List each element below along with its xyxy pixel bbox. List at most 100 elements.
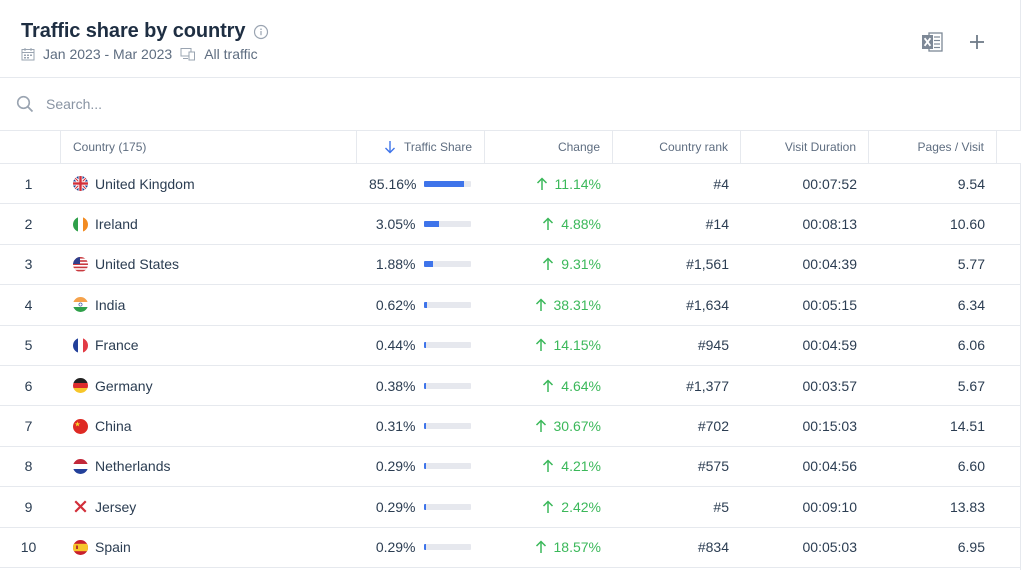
- info-icon[interactable]: [253, 24, 269, 40]
- country-rank-cell: #1,377: [613, 366, 741, 405]
- plus-icon[interactable]: [968, 33, 986, 51]
- country-name-link[interactable]: Ireland: [95, 216, 138, 232]
- arrow-up-icon: [536, 177, 547, 190]
- traffic-share-value: 3.05%: [375, 216, 416, 233]
- arrow-up-icon: [543, 217, 554, 231]
- traffic-share-cell: 0.38%: [357, 366, 485, 405]
- table-row: 6 Germany 0.38% 4.64% #1,377 00:03:57 5.…: [0, 366, 1021, 407]
- traffic-share-cell: 85.16%: [357, 164, 485, 203]
- table-row: 5 France 0.44% 14.15% #945 00:04:59 6.06: [0, 326, 1021, 366]
- pages-visit-cell: 9.54: [869, 164, 997, 203]
- table-row: 10 Spain 0.29% 18.57% #834 00:05:03 6.95: [0, 528, 1021, 568]
- header-visit-duration-label: Visit Duration: [784, 140, 856, 154]
- search-input[interactable]: [46, 92, 446, 116]
- header-country-rank[interactable]: Country rank: [613, 131, 741, 163]
- calendar-icon: [21, 48, 35, 61]
- header-change-label: Change: [557, 140, 600, 154]
- date-range: Jan 2023 - Mar 2023: [43, 46, 173, 62]
- pages-visit-value: 10.60: [949, 216, 985, 233]
- traffic-share-bar: [423, 342, 471, 349]
- header-change[interactable]: Change: [485, 131, 613, 163]
- change-value: 38.31%: [553, 296, 601, 313]
- row-index: 1: [0, 164, 61, 203]
- pages-visit-cell: 13.83: [869, 487, 997, 526]
- country-name-link[interactable]: France: [95, 337, 139, 353]
- header-country[interactable]: Country (175): [61, 131, 357, 163]
- traffic-share-bar: [423, 261, 471, 268]
- traffic-share-value: 0.31%: [375, 418, 416, 435]
- country-cell: France: [61, 326, 357, 365]
- flag-fr-icon: [73, 337, 88, 353]
- row-index: 8: [0, 447, 61, 486]
- change-cell: 38.31%: [485, 285, 613, 324]
- country-rank-value: #945: [697, 337, 729, 354]
- traffic-share-bar: [424, 180, 471, 187]
- header-traffic-share-label: Traffic Share: [403, 140, 472, 154]
- row-index-value: 1: [24, 175, 33, 192]
- change-value: 4.64%: [561, 377, 601, 394]
- country-name-link[interactable]: Jersey: [95, 499, 136, 515]
- arrow-up-icon: [543, 379, 554, 392]
- table-body: 1 United Kingdom 85.16% 11.14% #4 00:07:…: [0, 164, 1021, 568]
- country-rank-value: #5: [713, 498, 729, 515]
- arrow-up-icon: [543, 257, 554, 271]
- country-name-link[interactable]: Netherlands: [95, 458, 171, 474]
- country-rank-cell: #945: [613, 326, 741, 365]
- traffic-share-cell: 0.29%: [357, 487, 485, 526]
- flag-ie-icon: [73, 216, 88, 232]
- table-row: 7 China 0.31% 30.67% #702 00:15:03 14.51: [0, 406, 1021, 447]
- country-name-link[interactable]: India: [95, 297, 125, 313]
- change-value: 30.67%: [553, 418, 601, 435]
- arrow-up-icon: [543, 500, 554, 513]
- table-row: 9 Jersey 0.29% 2.42% #5 00:09:10 13.83: [0, 487, 1021, 528]
- sort-down-icon: [384, 141, 395, 154]
- country-name-link[interactable]: United Kingdom: [95, 176, 195, 192]
- pages-visit-value: 13.83: [949, 498, 985, 515]
- country-rank-value: #834: [697, 539, 729, 556]
- header-traffic-share[interactable]: Traffic Share: [357, 131, 485, 163]
- header-index: [0, 131, 61, 163]
- header-pages-visit[interactable]: Pages / Visit: [869, 131, 997, 163]
- change-value: 2.42%: [561, 498, 601, 515]
- header-actions: [920, 30, 986, 54]
- visit-duration-cell: 00:03:57: [741, 366, 869, 405]
- country-cell: Netherlands: [61, 447, 357, 486]
- visit-duration-cell: 00:04:39: [741, 245, 869, 284]
- flag-es-icon: [73, 539, 88, 555]
- header-country-rank-label: Country rank: [659, 140, 728, 154]
- change-value: 4.88%: [561, 216, 601, 233]
- excel-icon[interactable]: [920, 30, 944, 54]
- visit-duration-cell: 00:04:56: [741, 447, 869, 486]
- country-rank-cell: #1,561: [613, 245, 741, 284]
- table-row: 3 United States 1.88% 9.31% #1,561 00:04…: [0, 245, 1021, 286]
- traffic-share-bar: [423, 221, 471, 228]
- header-visit-duration[interactable]: Visit Duration: [741, 131, 869, 163]
- arrow-up-icon: [535, 338, 546, 352]
- row-index: 2: [0, 204, 61, 243]
- pages-visit-value: 14.51: [949, 418, 985, 435]
- country-rank-value: #14: [705, 216, 729, 233]
- traffic-share-cell: 0.29%: [357, 528, 485, 567]
- pages-visit-cell: 5.77: [869, 245, 997, 284]
- card-header: Traffic share by country Jan 2023 - Mar …: [0, 0, 1020, 78]
- card-title: Traffic share by country: [21, 20, 246, 42]
- title-row: Traffic share by country: [21, 20, 269, 43]
- country-name-link[interactable]: United States: [95, 256, 179, 272]
- traffic-share-bar-fill: [424, 180, 465, 187]
- visit-duration-cell: 00:05:03: [741, 528, 869, 567]
- flag-gb-icon: [73, 176, 88, 192]
- row-index: 4: [0, 285, 61, 324]
- country-name-link[interactable]: Spain: [95, 539, 131, 555]
- arrow-up-icon: [535, 540, 546, 554]
- traffic-share-cell: 0.62%: [357, 285, 485, 324]
- row-index-value: 9: [24, 498, 33, 515]
- row-index: 3: [0, 245, 61, 284]
- country-name-link[interactable]: China: [95, 418, 132, 434]
- country-name-link[interactable]: Germany: [95, 378, 153, 394]
- traffic-share-bar: [423, 382, 471, 389]
- row-index: 10: [0, 528, 61, 567]
- arrow-up-icon: [535, 419, 546, 433]
- row-index-value: 2: [24, 216, 33, 233]
- traffic-share-bar-fill: [423, 221, 439, 228]
- country-rank-cell: #834: [613, 528, 741, 567]
